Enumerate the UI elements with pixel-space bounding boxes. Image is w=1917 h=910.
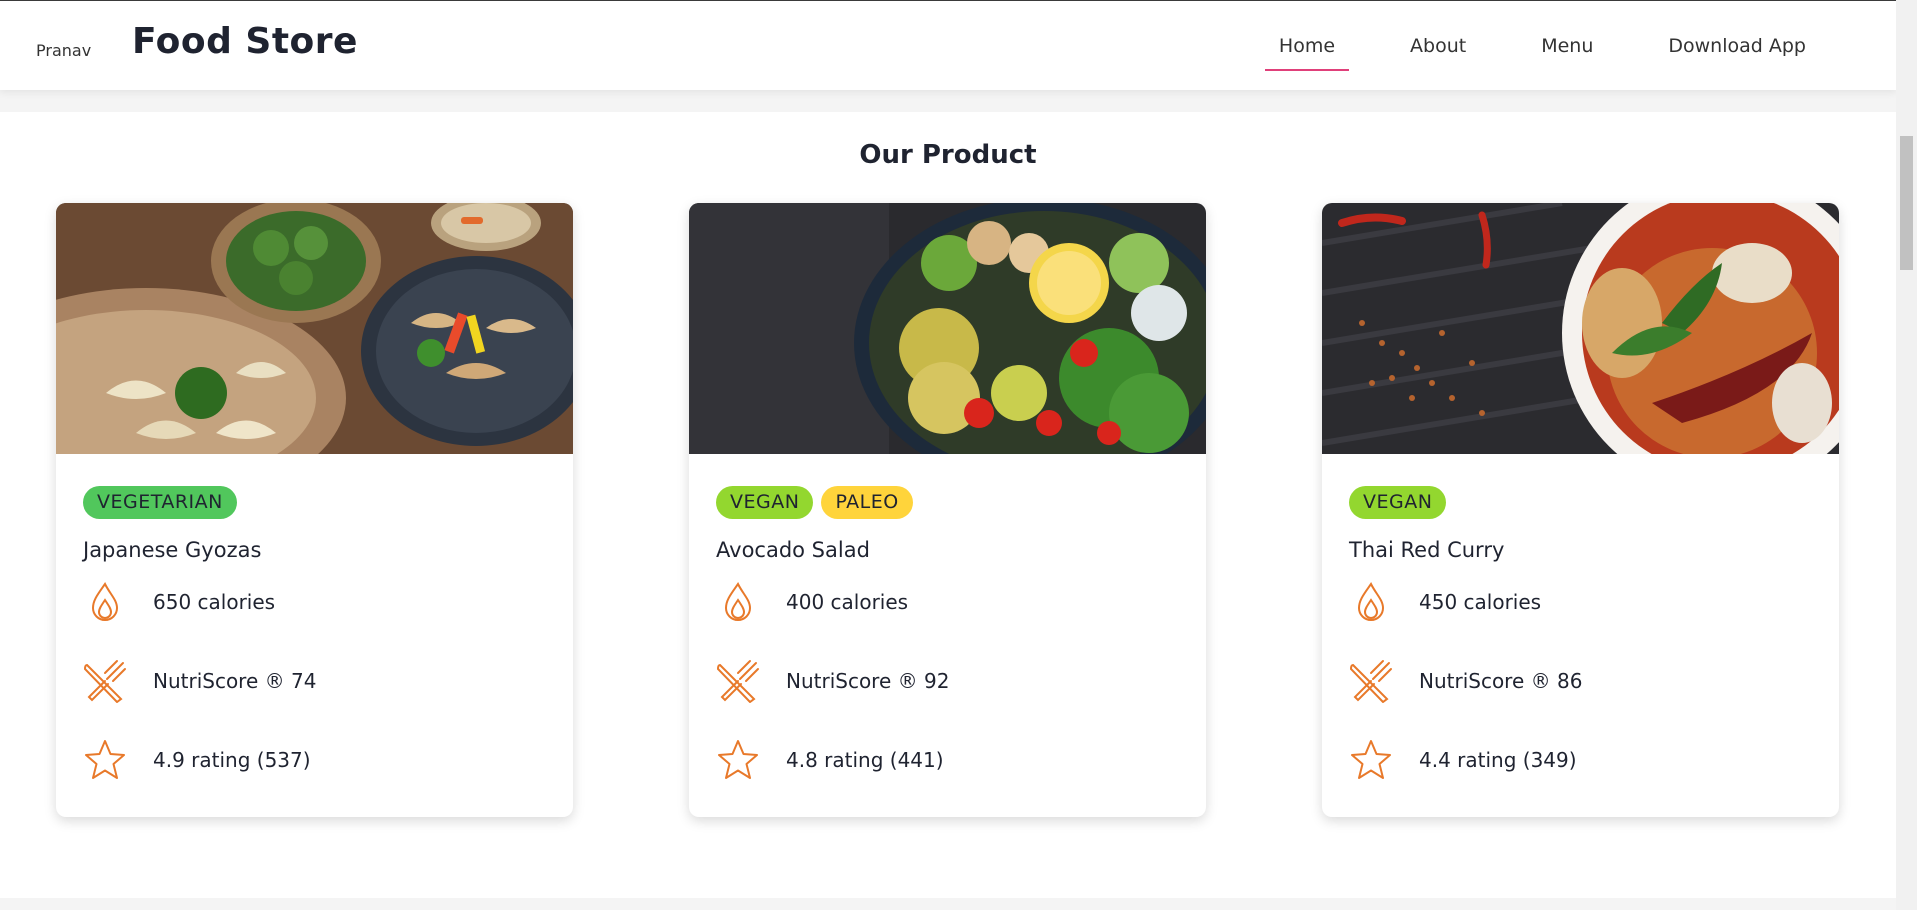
calories-value: 400 calories — [786, 589, 909, 614]
user-name: Pranav — [36, 41, 92, 60]
flame-icon — [716, 580, 760, 624]
brand-logo[interactable]: Food Store — [132, 21, 358, 62]
nutriscore-value: NutriScore ® 74 — [153, 668, 317, 693]
nutriscore-row: NutriScore ® 74 — [83, 641, 546, 720]
section-title: Our Product — [859, 140, 1037, 170]
calories-value: 450 calories — [1419, 589, 1542, 614]
products-section: Our Product VEGETARIAN Japanese Gyozas 6… — [0, 112, 1896, 898]
flame-icon — [1349, 580, 1393, 624]
nav-menu[interactable]: Menu — [1527, 27, 1607, 65]
product-image-gyozas — [56, 203, 573, 454]
star-icon — [1349, 738, 1393, 782]
star-icon — [83, 738, 127, 782]
product-image-avocado-salad — [689, 203, 1206, 454]
calories-row: 450 calories — [1349, 562, 1812, 641]
product-image-thai-red-curry — [1322, 203, 1839, 454]
rating-value: 4.8 rating (441) — [786, 747, 944, 772]
tag-vegan: VEGAN — [716, 486, 814, 519]
product-card[interactable]: VEGAN Thai Red Curry 450 calories NutriS… — [1322, 203, 1839, 817]
nutriscore-value: NutriScore ® 92 — [786, 668, 950, 693]
product-card[interactable]: VEGAN PALEO Avocado Salad 400 calories N… — [689, 203, 1206, 817]
rating-row: 4.8 rating (441) — [716, 720, 1179, 799]
nutriscore-value: NutriScore ® 86 — [1419, 668, 1583, 693]
product-name[interactable]: Japanese Gyozas — [83, 538, 546, 562]
rating-row: 4.4 rating (349) — [1349, 720, 1812, 799]
nav-home[interactable]: Home — [1264, 27, 1350, 71]
nutriscore-row: NutriScore ® 92 — [716, 641, 1179, 720]
rating-row: 4.9 rating (537) — [83, 720, 546, 799]
star-icon — [716, 738, 760, 782]
tag-vegan: VEGAN — [1349, 486, 1447, 519]
nutriscore-row: NutriScore ® 86 — [1349, 641, 1812, 720]
flame-icon — [83, 580, 127, 624]
nav-about[interactable]: About — [1396, 27, 1480, 65]
calories-row: 400 calories — [716, 562, 1179, 641]
fork-knife-icon — [1349, 659, 1393, 703]
header: Pranav Food Store Home About Menu Downlo… — [0, 0, 1896, 90]
rating-value: 4.9 rating (537) — [153, 747, 311, 772]
fork-knife-icon — [716, 659, 760, 703]
nav-download-app[interactable]: Download App — [1654, 27, 1820, 65]
page-footer-edge — [0, 898, 1896, 910]
product-name[interactable]: Avocado Salad — [716, 538, 1179, 562]
fork-knife-icon — [83, 659, 127, 703]
calories-value: 650 calories — [153, 589, 276, 614]
tag-vegetarian: VEGETARIAN — [83, 486, 237, 519]
vertical-scrollbar[interactable] — [1896, 0, 1917, 910]
rating-value: 4.4 rating (349) — [1419, 747, 1577, 772]
product-name[interactable]: Thai Red Curry — [1349, 538, 1812, 562]
tag-paleo: PALEO — [821, 486, 913, 519]
product-card[interactable]: VEGETARIAN Japanese Gyozas 650 calories … — [56, 203, 573, 817]
scrollbar-thumb[interactable] — [1900, 136, 1913, 270]
main-nav: Home About Menu Download App — [1264, 1, 1896, 91]
calories-row: 650 calories — [83, 562, 546, 641]
